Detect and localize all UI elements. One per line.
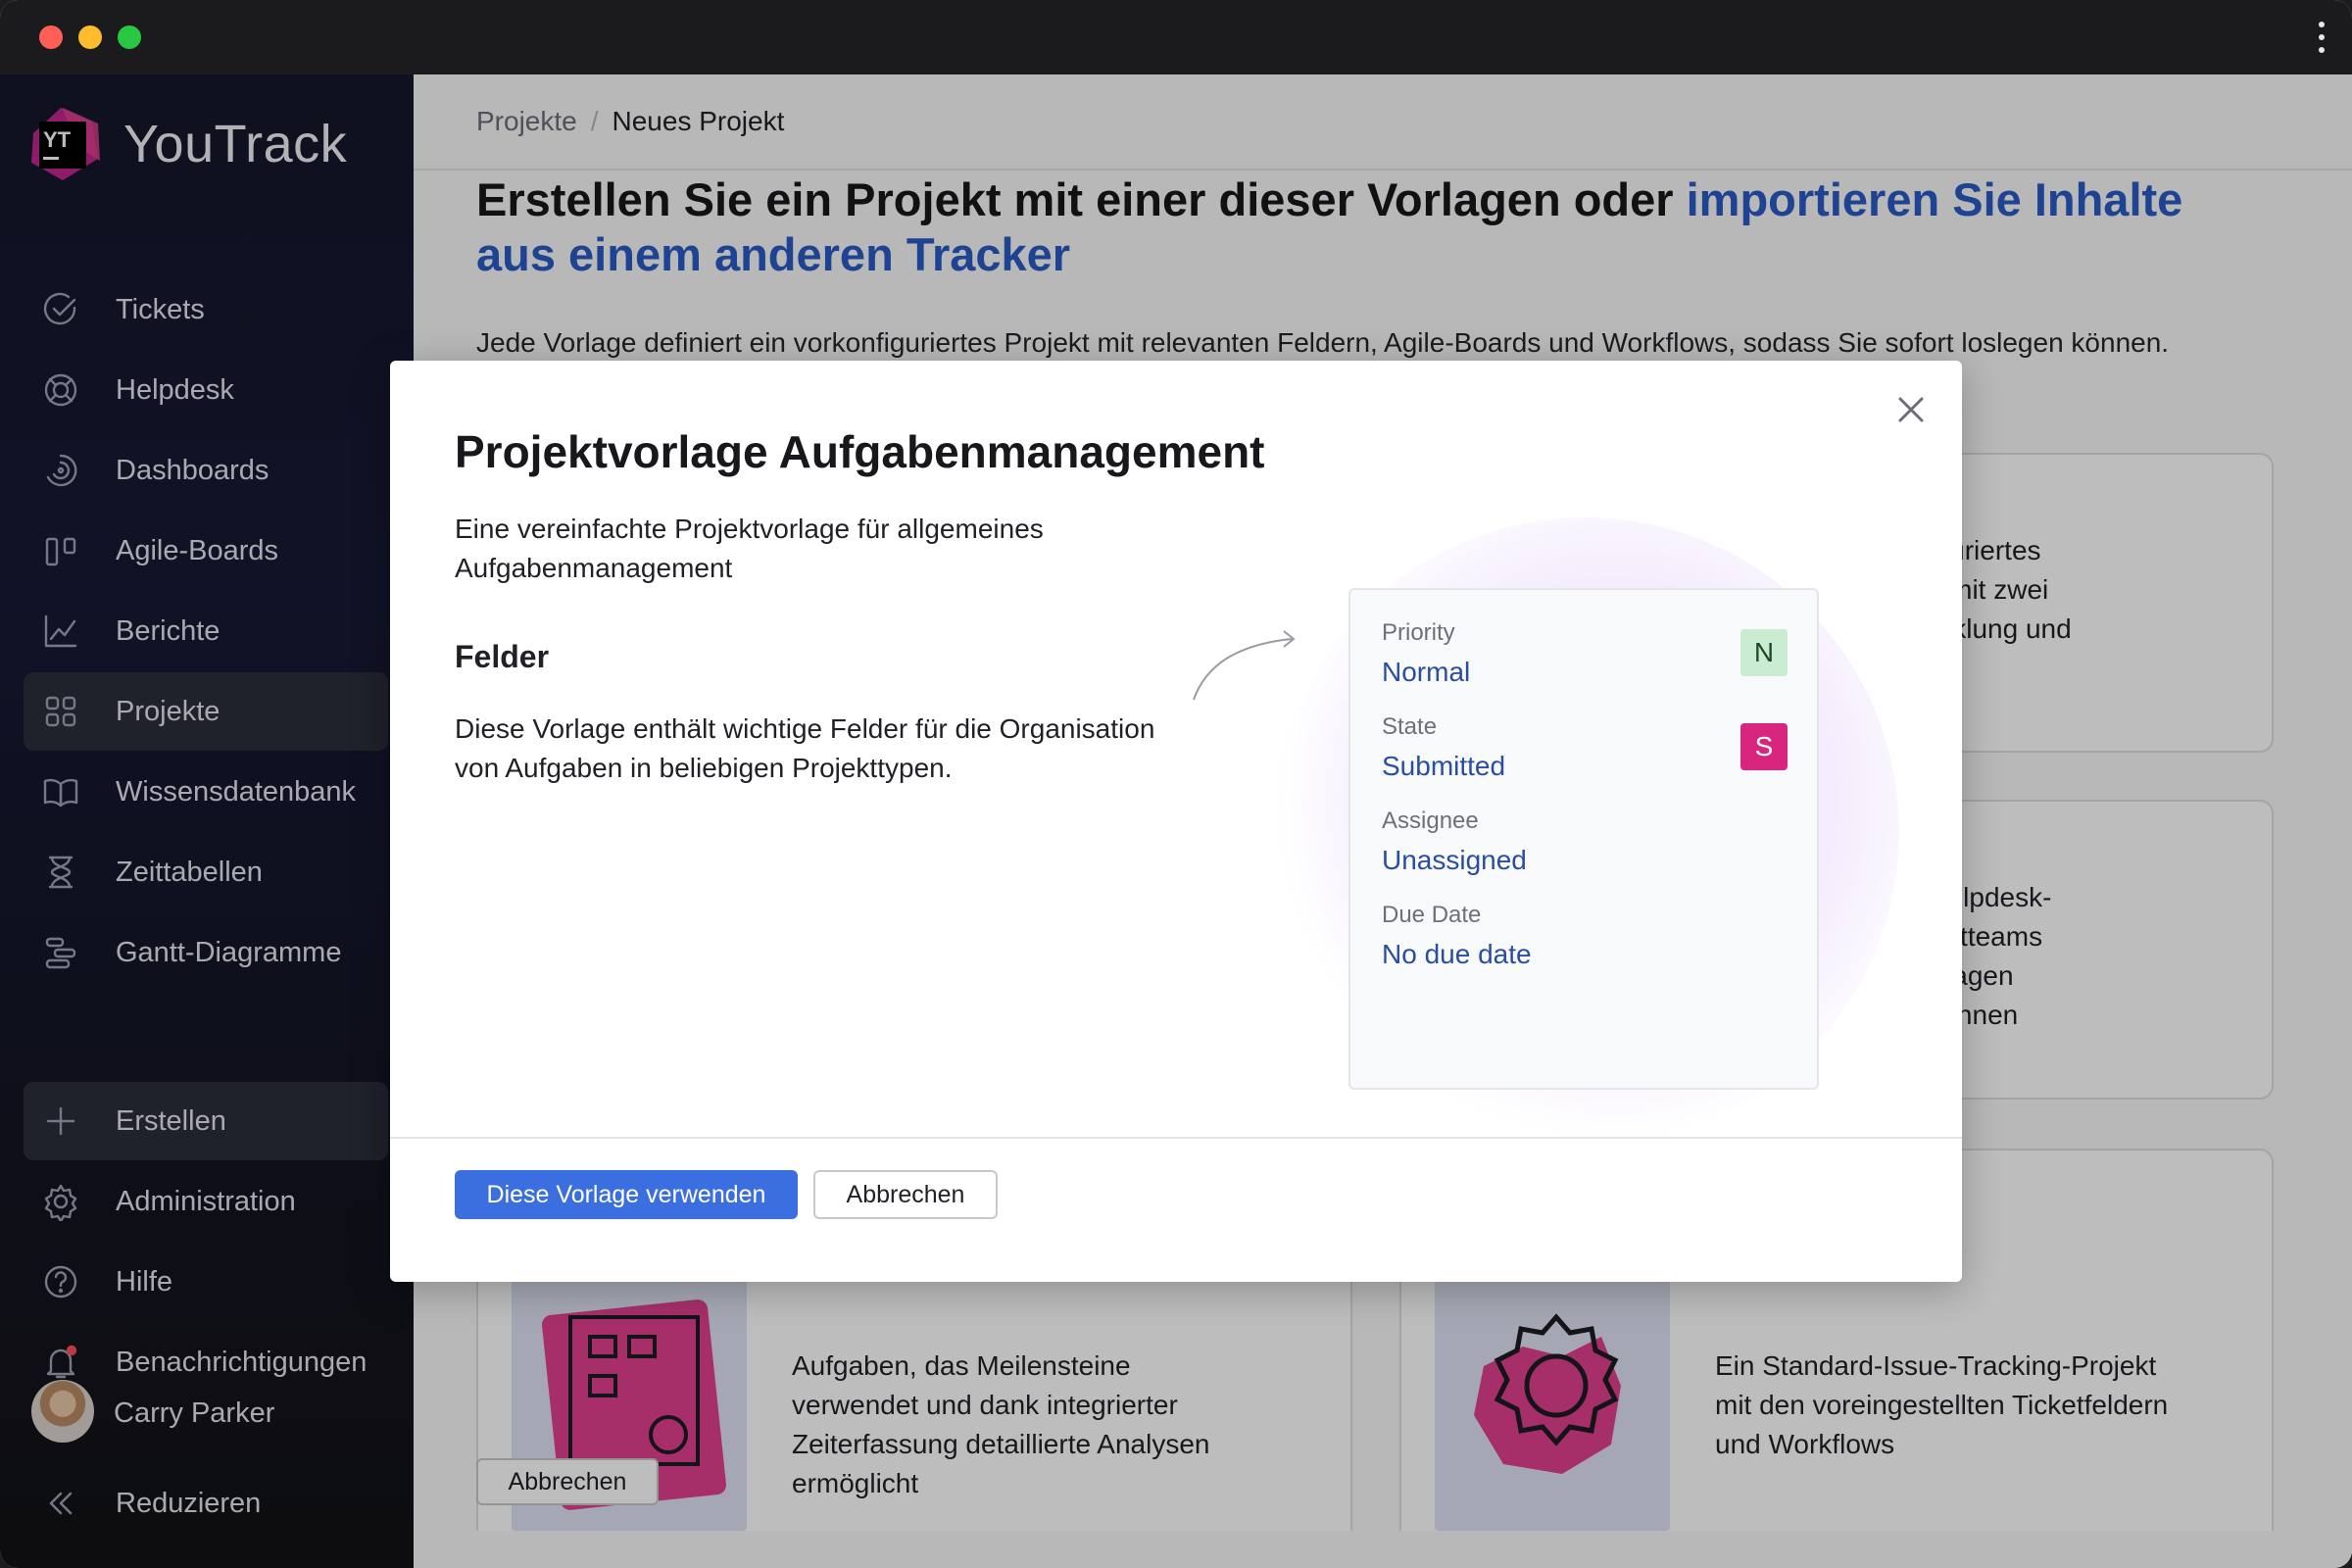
use-template-button[interactable]: Diese Vorlage verwenden — [455, 1170, 798, 1219]
field-value: No due date — [1382, 939, 1532, 969]
arrow-decoration-icon — [1186, 617, 1303, 706]
template-dialog: Projektvorlage Aufgabenmanagement Eine v… — [390, 361, 1962, 1282]
field-label: State — [1382, 713, 1438, 740]
dialog-description: Eine vereinfachte Projektvorlage für all… — [455, 514, 1044, 583]
field-label: Priority — [1382, 619, 1455, 646]
dialog-cancel-button[interactable]: Abbrechen — [813, 1170, 998, 1219]
field-label: Assignee — [1382, 808, 1479, 834]
fields-description: Diese Vorlage enthält wichtige Felder fü… — [455, 713, 1155, 783]
close-icon[interactable] — [1895, 394, 1927, 425]
dialog-footer-divider — [390, 1137, 1962, 1139]
field-value: Normal — [1382, 657, 1471, 687]
title-bar — [0, 0, 2352, 74]
field-label: Due Date — [1382, 902, 1482, 928]
field-value: Unassigned — [1382, 845, 1527, 875]
minimize-window-button[interactable] — [78, 25, 102, 49]
dialog-title: Projektvorlage Aufgabenmanagement — [455, 426, 1265, 477]
fields-heading: Felder — [455, 639, 550, 674]
field-value: Submitted — [1382, 751, 1506, 781]
fields-preview: Priority Normal N State Submitted S Assi… — [1348, 588, 1819, 1090]
app-window: YT YouTrack Tickets Helpdesk Dashboards … — [0, 0, 2352, 1568]
priority-badge: N — [1740, 629, 1788, 676]
close-window-button[interactable] — [39, 25, 63, 49]
more-options-icon[interactable] — [2315, 22, 2327, 53]
maximize-window-button[interactable] — [118, 25, 141, 49]
state-badge: S — [1740, 723, 1788, 770]
